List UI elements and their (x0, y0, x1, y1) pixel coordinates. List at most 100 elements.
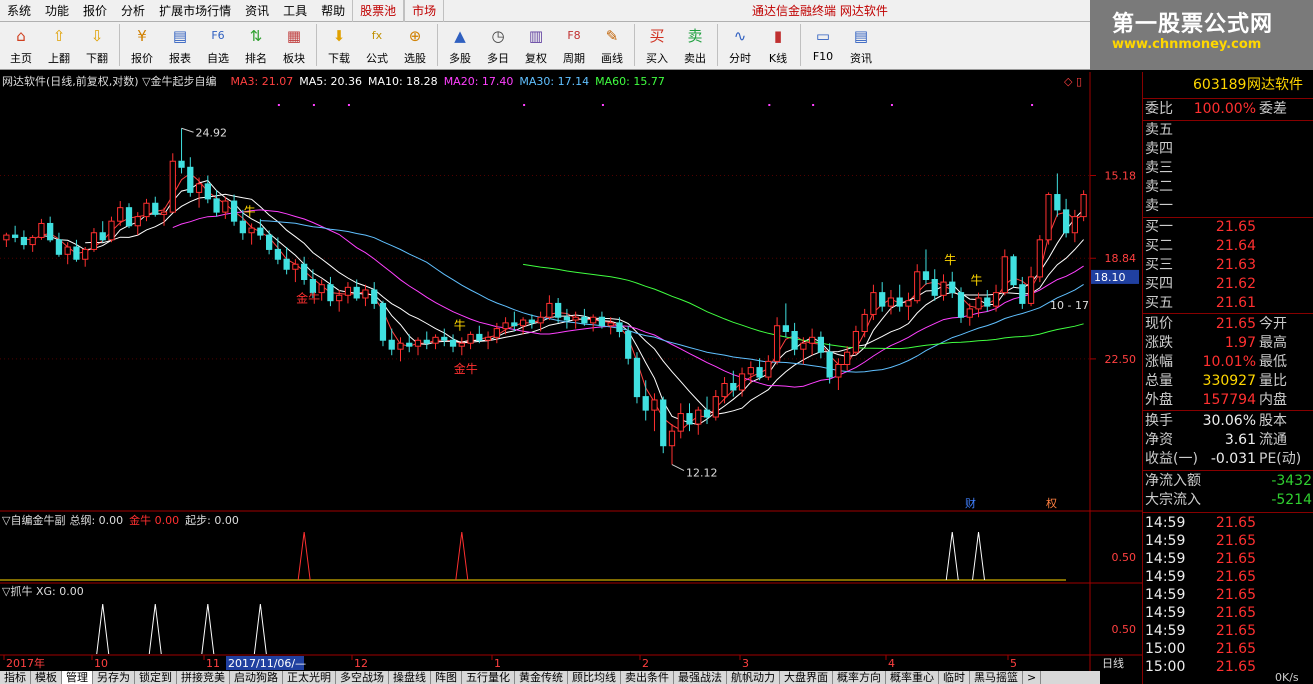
signal-label: 牛 (244, 203, 256, 218)
indicator-tab-10[interactable]: 阵图 (431, 671, 462, 684)
banner-url: www.chnmoney.com (1112, 37, 1262, 52)
toolbar-button-1[interactable]: ⇧ 上翻 (40, 22, 78, 68)
toolbar-button-6[interactable]: ⇅ 排名 (237, 22, 275, 68)
toolbar-button-12[interactable]: ◷ 多日 (479, 22, 517, 68)
candle-body (379, 302, 387, 341)
stat-label-right: 最高 (1259, 335, 1287, 351)
bid-label: 买一 (1145, 219, 1173, 235)
x-tick-label: 12 (354, 657, 368, 670)
indicator-tab-6[interactable]: 启动狗路 (230, 671, 283, 684)
indicator-tab-20[interactable]: 临时 (939, 671, 970, 684)
stat-label-right: 今开 (1259, 316, 1287, 332)
candle-body (949, 281, 956, 294)
toolbar-button-3[interactable]: ¥ 报价 (123, 22, 161, 68)
toolbar-button-5[interactable]: F6 自选 (199, 22, 237, 68)
candle-body (581, 316, 588, 324)
toolbar-button-21[interactable]: ▤ 资讯 (842, 22, 880, 68)
marker-dot (601, 104, 604, 106)
tick-price: 21.65 (1215, 641, 1256, 657)
formula-icon: fx (371, 29, 383, 42)
menu-tab-0[interactable]: 股票池 (352, 0, 405, 22)
toolbar-button-9[interactable]: fx 公式 (358, 22, 396, 68)
indicator-tab-11[interactable]: 五行量化 (462, 671, 515, 684)
toolbar-button-17[interactable]: 卖卖出 (676, 22, 714, 68)
chart-area[interactable]: 22.5018.8415.1824.9212.12金牛金牛牛牛牛牛 18.1010… (0, 72, 1142, 671)
toolbar-button-label: 自选 (207, 52, 229, 65)
indicator-tab-12[interactable]: 黄金传统 (515, 671, 568, 684)
toolbar-button-15[interactable]: ✎ 画线 (593, 22, 631, 68)
toolbar-button-18[interactable]: ∿ 分时 (721, 22, 759, 68)
window-control-icon[interactable]: ◇ ▯ (1064, 75, 1082, 88)
menu-item-2[interactable]: 报价 (76, 0, 114, 22)
stat-value: 10.01% (1202, 354, 1256, 370)
toolbar-button-10[interactable]: ⊕ 选股 (396, 22, 434, 68)
toolbar-button-7[interactable]: ▦ 板块 (275, 22, 313, 68)
candle-body (738, 373, 746, 391)
x-tick-label: 1 (494, 657, 501, 670)
toolbar-button-20[interactable]: ▭ F10 (804, 22, 842, 68)
indicator-tab-15[interactable]: 最强战法 (674, 671, 727, 684)
menu-item-5[interactable]: 资讯 (238, 0, 276, 22)
toolbar-button-2[interactable]: ⇩ 下翻 (78, 22, 116, 68)
candle-body (747, 367, 754, 375)
candle-body (371, 289, 378, 304)
indicator-tab-18[interactable]: 概率方向 (833, 671, 886, 684)
indicator-tab-17[interactable]: 大盘界面 (780, 671, 833, 684)
period-label[interactable]: 日线 (1102, 656, 1124, 670)
toolbar-button-label: 排名 (245, 52, 267, 65)
signal-label: 金牛 (296, 291, 320, 306)
indicator-tab-3[interactable]: 另存为 (93, 671, 135, 684)
toolbar-button-4[interactable]: ▤ 报表 (161, 22, 199, 68)
indicator-tab-9[interactable]: 操盘线 (389, 671, 431, 684)
menu-tab-1[interactable]: 市场 (404, 0, 445, 22)
bid-label: 买二 (1145, 238, 1173, 254)
x-tick-label: 5 (1010, 657, 1017, 670)
candle-body (975, 297, 982, 310)
ma-legend-0: MA3: 21.07 (231, 75, 294, 88)
menu-item-3[interactable]: 分析 (114, 0, 152, 22)
indicator-tab-7[interactable]: 正太光明 (283, 671, 336, 684)
indicator-tab-4[interactable]: 锁定到 (135, 671, 177, 684)
toolbar-button-8[interactable]: ⬇ 下载 (320, 22, 358, 68)
menu-item-7[interactable]: 帮助 (314, 0, 352, 22)
stat-row: 涨跌 1.97 最高 (1143, 334, 1313, 353)
toolbar-button-19[interactable]: ▮ K线 (759, 22, 797, 68)
indicator-tab-5[interactable]: 拼接竞美 (177, 671, 230, 684)
candle-body (844, 351, 851, 365)
indicator-tab-21[interactable]: 黑马摇篮 (970, 671, 1023, 684)
indicator-tab-13[interactable]: 顾比均线 (568, 671, 621, 684)
indicator-tab-8[interactable]: 多空战场 (336, 671, 389, 684)
menu-item-1[interactable]: 功能 (38, 0, 76, 22)
candle-body (449, 339, 457, 347)
candle-body (327, 284, 334, 302)
indicator-tab-1[interactable]: 模板 (31, 671, 62, 684)
tick-price: 21.65 (1215, 587, 1256, 603)
indicator-tab-16[interactable]: 航帆动力 (727, 671, 780, 684)
candle-body (64, 246, 71, 255)
candle-body (563, 316, 571, 321)
indicator-tab-22[interactable]: > (1023, 671, 1042, 684)
menu-item-4[interactable]: 扩展市场行情 (152, 0, 238, 22)
candle-body (808, 336, 816, 344)
indicator-tab-14[interactable]: 卖出条件 (621, 671, 674, 684)
menu-item-0[interactable]: 系统 (0, 0, 38, 22)
toolbar-separator (717, 24, 718, 66)
indicator-tab-19[interactable]: 概率重心 (886, 671, 939, 684)
candle-body (406, 342, 413, 347)
bid-price: 21.62 (1215, 276, 1256, 292)
toolbar-button-14[interactable]: F8 周期 (555, 22, 593, 68)
candle-body (922, 271, 930, 281)
toolbar-button-16[interactable]: 买买入 (638, 22, 676, 68)
rights-badge[interactable]: 权 (1046, 497, 1057, 510)
bid-price: 21.64 (1215, 238, 1256, 254)
tick-time: 15:00 (1145, 641, 1186, 657)
toolbar-button-0[interactable]: ⌂ 主页 (2, 22, 40, 68)
candle-body (187, 166, 194, 193)
indicator-tab-2[interactable]: 管理 (62, 671, 93, 684)
indicator-tab-0[interactable]: 指标 (0, 671, 31, 684)
ask-label: 卖一 (1145, 198, 1173, 214)
menu-item-6[interactable]: 工具 (276, 0, 314, 22)
toolbar-button-13[interactable]: ▥ 复权 (517, 22, 555, 68)
toolbar-button-11[interactable]: ▲ 多股 (441, 22, 479, 68)
finance-badge[interactable]: 财 (965, 496, 976, 510)
